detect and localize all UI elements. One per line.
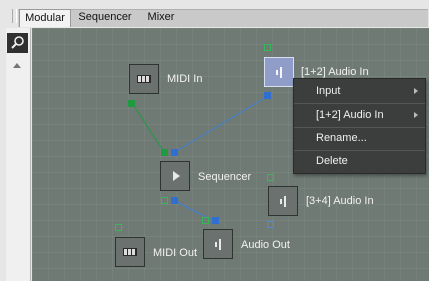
sequencer-audio-out-port[interactable] (171, 197, 178, 204)
scroll-up-arrow[interactable] (13, 63, 21, 68)
node-audio-in-3-4[interactable] (268, 186, 298, 216)
node-label-midi-in: MIDI In (167, 73, 203, 85)
node-label-audio-in-1-2: [1+2] Audio In (301, 66, 369, 78)
speaker-icon (280, 196, 286, 207)
menu-item-audio-in[interactable]: [1+2] Audio In (294, 104, 425, 126)
node-label-sequencer: Sequencer (198, 171, 252, 183)
midi-out-port[interactable] (128, 100, 135, 107)
chevron-right-icon (414, 112, 418, 118)
sequencer-midi-in-port[interactable] (161, 149, 168, 156)
menu-item-delete[interactable]: Delete (294, 150, 425, 172)
speaker-icon (276, 67, 282, 78)
audio-out-port[interactable] (267, 221, 274, 228)
node-midi-out[interactable] (115, 237, 145, 267)
chevron-right-icon (414, 88, 418, 94)
audio-in-port[interactable] (212, 217, 219, 224)
menu-item-label: Delete (316, 155, 348, 167)
midi-in-port[interactable] (267, 174, 274, 181)
menu-item-label: [1+2] Audio In (316, 109, 384, 121)
speaker-icon (215, 239, 221, 250)
node-audio-out[interactable] (203, 229, 233, 259)
menu-item-label: Input (316, 85, 341, 97)
node-label-midi-out: MIDI Out (153, 247, 198, 259)
context-menu: Input [1+2] Audio In Rename... Delete (293, 78, 426, 174)
node-midi-in[interactable] (129, 64, 159, 94)
midi-in-port[interactable] (202, 217, 209, 224)
menu-item-label: Rename... (316, 132, 367, 144)
audio-out-port[interactable] (264, 92, 271, 99)
tab-mixer[interactable]: Mixer (140, 9, 182, 26)
piano-keys-icon (137, 75, 151, 83)
midi-in-port[interactable] (264, 44, 271, 51)
search-icon (11, 36, 24, 49)
node-label-audio-in-3-4: [3+4] Audio In (306, 195, 374, 207)
menu-item-input[interactable]: Input (294, 80, 425, 102)
sequencer-audio-in-port[interactable] (171, 149, 178, 156)
tab-modular[interactable]: Modular (19, 9, 71, 27)
midi-in-port[interactable] (115, 224, 122, 231)
menu-item-rename[interactable]: Rename... (294, 127, 425, 149)
node-label-audio-out: Audio Out (241, 239, 290, 251)
sequencer-midi-out-port[interactable] (161, 197, 168, 204)
piano-keys-icon (123, 248, 137, 256)
tab-bar-grip (12, 9, 17, 23)
play-icon (173, 171, 180, 181)
node-audio-in-1-2[interactable] (264, 57, 294, 87)
node-sequencer[interactable] (160, 161, 190, 191)
tab-sequencer[interactable]: Sequencer (72, 9, 138, 26)
search-button[interactable] (7, 33, 28, 53)
